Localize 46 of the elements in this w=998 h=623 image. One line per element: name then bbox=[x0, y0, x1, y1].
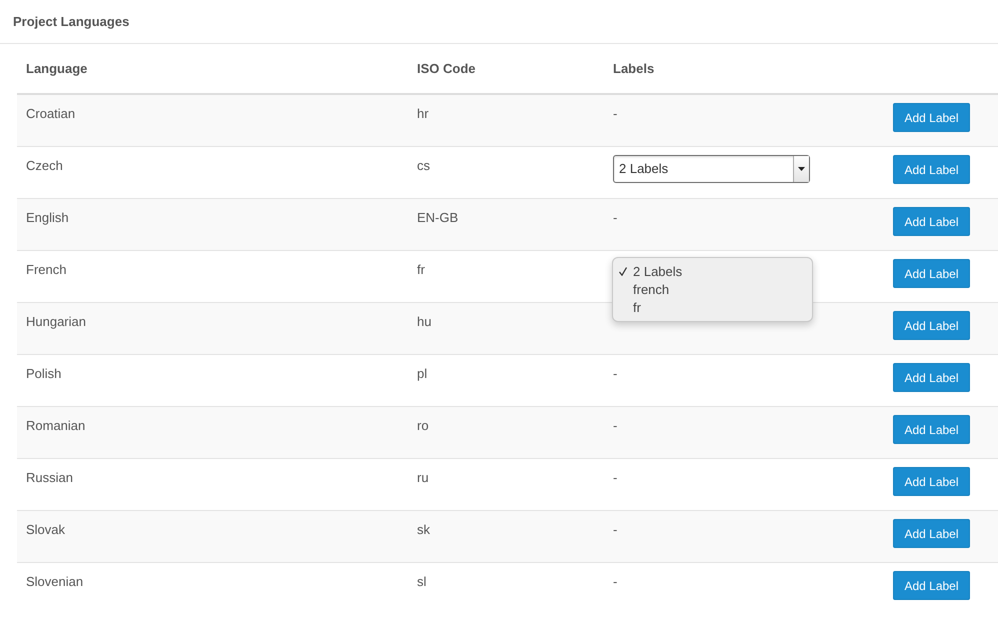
add-label-button[interactable]: Add Label bbox=[893, 519, 970, 548]
add-label-button[interactable]: Add Label bbox=[893, 467, 970, 496]
caret-icon bbox=[798, 167, 805, 171]
language-name: Slovenian bbox=[26, 573, 84, 591]
language-name: English bbox=[26, 209, 69, 227]
column-header: Language bbox=[26, 61, 88, 76]
iso-code: hr bbox=[417, 105, 429, 123]
labels-value: - bbox=[613, 365, 618, 383]
labels-value: - bbox=[613, 573, 618, 591]
iso-code: ro bbox=[417, 417, 429, 435]
labels-value: - bbox=[613, 417, 618, 435]
add-label-button[interactable]: Add Label bbox=[893, 207, 970, 236]
language-name: Polish bbox=[26, 365, 62, 383]
language-name: French bbox=[26, 261, 66, 279]
column-header: ISO Code bbox=[417, 61, 476, 76]
dropdown-option[interactable]: 2 Labels bbox=[613, 262, 812, 280]
labels-value: - bbox=[613, 105, 618, 123]
language-name: Slovak bbox=[26, 521, 66, 539]
add-label-button[interactable]: Add Label bbox=[893, 103, 970, 132]
add-label-button[interactable]: Add Label bbox=[893, 571, 970, 600]
language-name: Hungarian bbox=[26, 313, 86, 331]
labels-value: - bbox=[613, 209, 618, 227]
add-label-button[interactable]: Add Label bbox=[893, 311, 970, 340]
iso-code: cs bbox=[417, 157, 430, 175]
iso-code: sk bbox=[417, 521, 430, 539]
iso-code: pl bbox=[417, 365, 428, 383]
language-name: Russian bbox=[26, 469, 73, 487]
add-label-button[interactable]: Add Label bbox=[893, 259, 970, 288]
language-name: Croatian bbox=[26, 105, 76, 123]
iso-code: ru bbox=[417, 469, 429, 487]
iso-code: EN-GB bbox=[417, 209, 458, 227]
add-label-button[interactable]: Add Label bbox=[893, 155, 970, 184]
language-name: Romanian bbox=[26, 417, 86, 435]
dropdown-option[interactable]: fr bbox=[613, 298, 812, 316]
labels-value: - bbox=[613, 521, 618, 539]
labels-value: - bbox=[613, 469, 618, 487]
labels-select[interactable]: 2 Labels bbox=[613, 155, 810, 183]
add-label-button[interactable]: Add Label bbox=[893, 415, 970, 444]
dropdown-option[interactable]: french bbox=[613, 280, 812, 298]
iso-code: fr bbox=[417, 261, 425, 279]
iso-code: hu bbox=[417, 313, 432, 331]
iso-code: sl bbox=[417, 573, 426, 591]
panel-title: Project Languages bbox=[13, 14, 130, 29]
column-header: Labels bbox=[613, 61, 654, 76]
language-name: Czech bbox=[26, 157, 63, 175]
add-label-button[interactable]: Add Label bbox=[893, 363, 970, 392]
